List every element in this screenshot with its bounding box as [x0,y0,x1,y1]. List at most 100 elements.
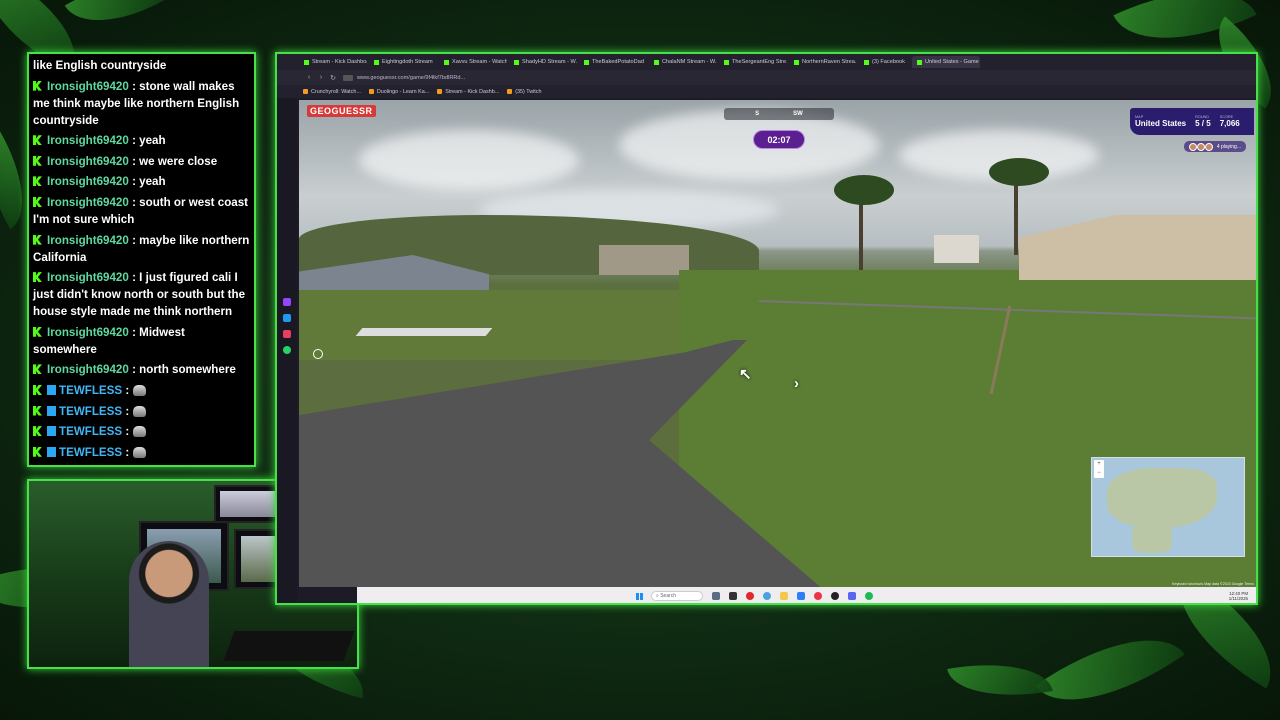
browser-tab[interactable]: ShadyHD Stream - W... [509,56,577,68]
chat-username[interactable]: Ironsight69420 [47,234,129,247]
bookmark-favicon-icon [368,89,374,94]
twitch-icon[interactable] [283,298,291,306]
system-tray-clock[interactable]: 12:40 PM 1/11/2025 [1229,591,1248,601]
tab-label: Xavvu Stream - Watch [452,59,507,65]
tab-favicon-icon [514,59,519,65]
browser-tab[interactable]: TheSergeantEng Stre... [719,56,787,68]
tab-label: TheBakedPotatoDad [592,59,644,65]
file-explorer-icon[interactable] [780,592,788,600]
browser-tab[interactable]: United States - Game - G [911,56,980,68]
chat-text: : maybe [132,466,176,467]
guess-minimap[interactable]: + − [1091,457,1245,557]
chat-message: TEWFLESS : [33,403,250,420]
tab-favicon-icon [864,59,869,65]
url-field[interactable]: www.geoguessr.com/game/9f4lkf7bdlRRd... [357,75,465,81]
chat-username[interactable]: Ironsight69420 [47,175,129,188]
instagram-icon[interactable] [283,330,291,338]
kick-badge-icon [33,155,42,166]
tab-favicon-icon [374,59,379,65]
chat-username[interactable]: TEWFLESS [59,384,122,397]
chat-message: Ironsight69420 : south or west coast I'm… [33,194,250,228]
emote-icon [133,426,147,438]
chat-username[interactable]: Ironsight69420 [47,196,129,209]
browser-sidebar [277,54,297,603]
kick-badge-icon [33,272,42,283]
kick-badge-icon [33,176,42,187]
chat-text: : [125,425,130,439]
bookmark[interactable]: Duolingo - Learn Ka... [368,89,429,95]
store-icon[interactable] [797,592,805,600]
chat-message: TEWFLESS : [33,382,250,399]
browser-tab[interactable]: Xavvu Stream - Watch [439,56,507,68]
task-view-icon[interactable] [712,592,720,600]
whatsapp-icon[interactable] [283,346,291,354]
browser-tab[interactable]: NorthernRaven Strea... [789,56,857,68]
streamer [129,541,209,667]
tab-label: Eightingdoth Stream [382,59,433,65]
chat-username[interactable]: TEWFLESS [59,425,122,438]
chat-username[interactable]: Ironsight69420 [47,363,129,376]
bookmark[interactable]: Stream - Kick Dashb... [437,89,499,95]
kick-badge-icon [33,426,42,437]
app-icon[interactable] [814,592,822,600]
browser-tab[interactable]: Eightingdoth Stream [369,56,437,68]
reload-icon[interactable]: ↻ [327,74,339,82]
chat-message: Ironsight69420 : yeah [33,132,250,149]
emote-icon [133,405,147,417]
messenger-icon[interactable] [283,314,291,322]
opera-taskbar-icon[interactable] [746,592,754,600]
bookmark-favicon-icon [437,89,443,94]
tab-label: TheSergeantEng Stre... [732,59,787,65]
browser-tab[interactable]: TheBakedPotatoDad [579,56,647,68]
move-arrow-right-icon[interactable]: › [794,375,810,392]
chat-text: : north somewhere [132,363,236,377]
obs-icon[interactable] [831,592,839,600]
browser-tab[interactable]: (3) Facebook [859,56,910,68]
kick-badge-icon [33,446,42,457]
edge-icon[interactable] [763,592,771,600]
chat-text: : yeah [132,175,166,189]
map-zoom-control[interactable]: + − [1094,460,1104,478]
chat-username[interactable]: Ironsight69420 [47,134,129,147]
house-right [1019,215,1256,280]
chat-username[interactable]: Ironsight69420 [47,155,129,168]
discord-icon[interactable] [848,592,856,600]
terminal-icon[interactable] [729,592,737,600]
forward-icon[interactable]: › [315,74,327,81]
chat-username[interactable]: Ironsight69420 [47,466,129,467]
tab-favicon-icon [724,59,729,65]
subscriber-badge-icon [47,405,56,416]
subscriber-badge-icon [47,446,56,457]
chat-username[interactable]: Ironsight69420 [47,80,129,93]
bookmark[interactable]: (35) Twitch [507,89,541,95]
windows-start-icon[interactable] [636,592,643,600]
geoguessr-viewport[interactable]: GEOGUESSR S SW 02:07 MAP United States R… [299,100,1256,587]
house-small [934,235,979,263]
avatar [1188,142,1197,151]
chat-username[interactable]: TEWFLESS [59,446,122,459]
tab-favicon-icon [916,59,922,65]
tab-label: NorthernRaven Strea... [802,59,857,65]
chat-username[interactable]: Ironsight69420 [47,326,129,339]
back-icon[interactable]: ‹ [303,74,315,81]
return-to-start-icon[interactable] [313,349,323,359]
browser-tab[interactable]: ChalaNM Stream - W... [649,56,717,68]
kick-badge-icon [33,326,42,337]
tab-favicon-icon [584,59,589,65]
chat-message: Ironsight69420 : maybe [33,464,250,467]
spotify-icon[interactable] [865,592,873,600]
players-indicator[interactable]: 4 playing... [1183,141,1246,152]
tab-bar: Stream - Kick Dashboard Eightingdoth Stre… [277,54,1256,70]
chat-username[interactable]: Ironsight69420 [47,271,129,284]
chat-username[interactable]: TEWFLESS [59,405,122,418]
kick-badge-icon [33,405,42,416]
bookmarks-bar: Crunchyroll: Watch... Duolingo - Learn Ka… [277,85,1256,98]
compass-s: S [755,111,760,117]
chat-message: Ironsight69420 : we were close [33,153,250,170]
browser-tab[interactable]: Stream - Kick Dashboard [299,56,367,68]
move-arrow-left-icon[interactable]: ↖ [739,365,755,383]
house-distant [599,245,689,275]
bookmark[interactable]: Crunchyroll: Watch... [303,89,361,95]
taskbar-search[interactable]: ⌕ Search [651,591,703,601]
tab-label: (3) Facebook [872,59,905,65]
